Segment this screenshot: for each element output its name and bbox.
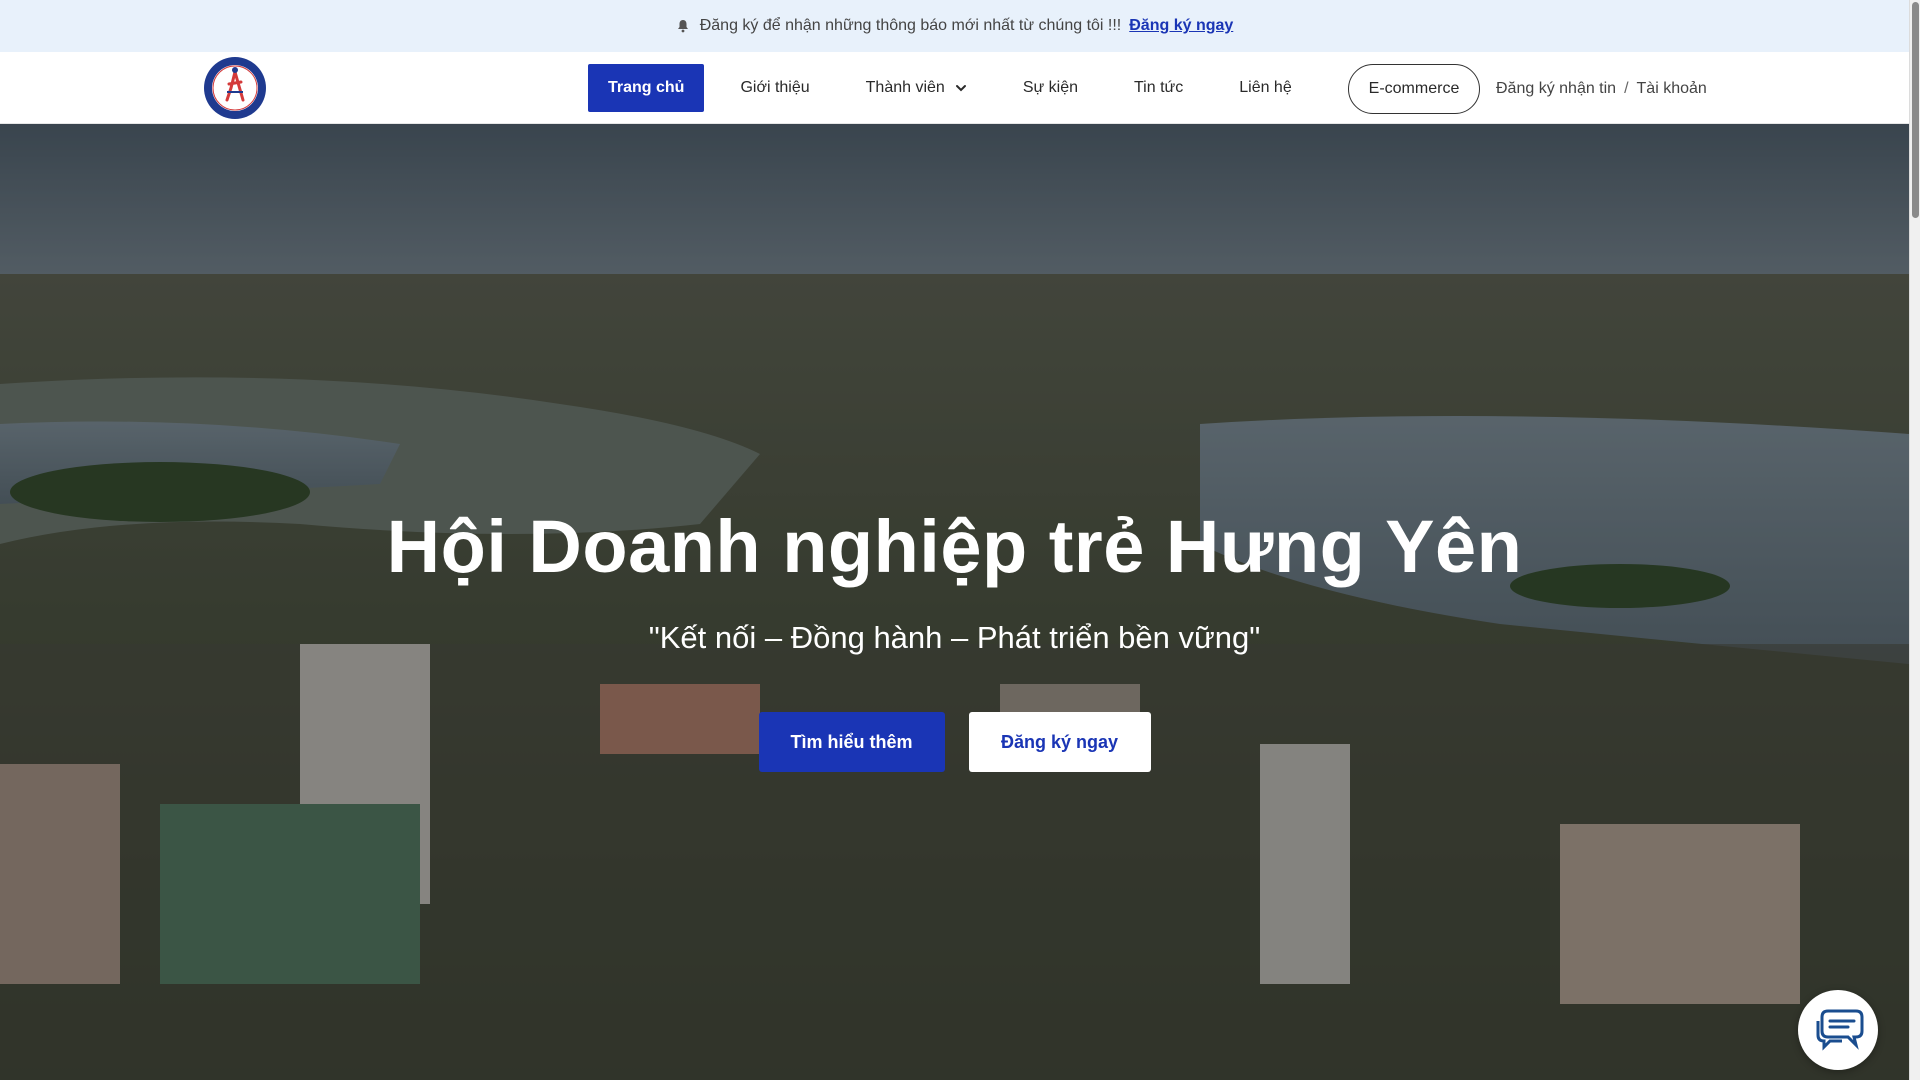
subscribe-link[interactable]: Đăng ký nhận tin [1496, 80, 1616, 98]
nav-item-contact[interactable]: Liên hệ [1219, 64, 1312, 112]
site-header: Trang chủ Giới thiệu Thành viên Sự kiện … [0, 52, 1909, 124]
scrollbar-thumb[interactable] [1912, 2, 1919, 218]
page-scrollbar[interactable] [1909, 0, 1920, 1080]
learn-more-button[interactable]: Tìm hiểu thêm [758, 712, 945, 772]
chat-icon [1812, 1005, 1864, 1056]
nav-item-label: Tin tức [1134, 79, 1184, 96]
nav-item-home[interactable]: Trang chủ [588, 64, 705, 112]
notification-bar: Đăng ký để nhận những thông báo mới nhất… [0, 0, 1909, 52]
chevron-down-icon [955, 82, 967, 94]
hero-subtitle: "Kết nối – Đồng hành – Phát triển bền vữ… [648, 620, 1261, 655]
nav-item-label: Liên hệ [1239, 79, 1292, 96]
account-links: Đăng ký nhận tin / Tài khoản [1496, 64, 1707, 114]
hero-overlay [0, 124, 1909, 1080]
nav-item-label: Thành viên [865, 79, 945, 96]
nav-item-events[interactable]: Sự kiện [1003, 64, 1098, 112]
site-logo[interactable] [203, 56, 267, 120]
hero-title: Hội Doanh nghiệp trẻ Hưng Yên [386, 505, 1523, 588]
nav-item-news[interactable]: Tin tức [1114, 64, 1203, 112]
nav-item-members[interactable]: Thành viên [846, 64, 987, 112]
hero-section: Hội Doanh nghiệp trẻ Hưng Yên "Kết nối –… [0, 124, 1909, 1080]
main-nav: Trang chủ Giới thiệu Thành viên Sự kiện … [588, 64, 1328, 112]
signup-link[interactable]: Đăng ký ngay [1129, 17, 1233, 35]
ecommerce-button[interactable]: E-commerce [1348, 64, 1480, 114]
account-link[interactable]: Tài khoản [1637, 80, 1707, 98]
nav-item-label: Trang chủ [608, 79, 685, 96]
register-now-button[interactable]: Đăng ký ngay [968, 712, 1151, 772]
notification-text: Đăng ký để nhận những thông báo mới nhất… [699, 17, 1122, 34]
chat-button[interactable] [1798, 990, 1878, 1070]
hero-buttons: Tìm hiểu thêm Đăng ký ngay [0, 712, 1909, 772]
nav-item-label: Sự kiện [1022, 79, 1078, 96]
bell-icon [676, 19, 690, 33]
nav-item-about[interactable]: Giới thiệu [720, 64, 829, 112]
separator: / [1624, 80, 1629, 97]
nav-item-label: Giới thiệu [740, 79, 810, 96]
